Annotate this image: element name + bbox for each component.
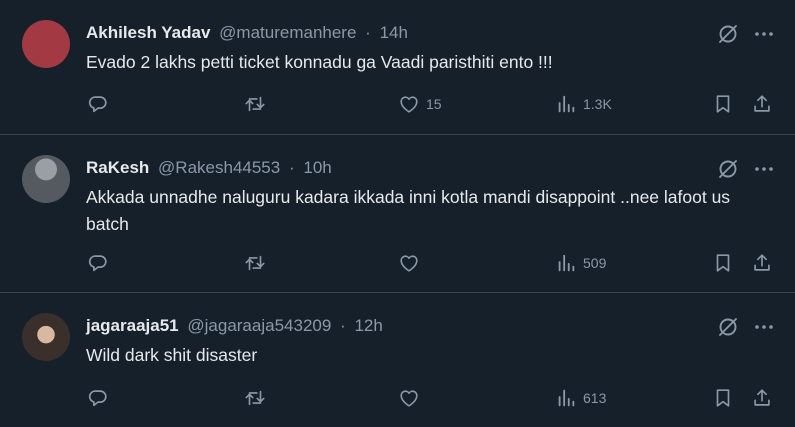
reply-button[interactable] <box>87 386 109 410</box>
retweet-button[interactable] <box>244 251 266 275</box>
like-button[interactable] <box>398 386 420 410</box>
tweet[interactable]: jagaraaja51 @jagaraaja543209 · 12h Wild … <box>0 293 795 427</box>
like-button[interactable] <box>398 251 420 275</box>
action-bar: 509 <box>0 251 795 275</box>
share-icon <box>751 387 773 409</box>
retweet-icon <box>244 93 266 115</box>
grok-icon[interactable] <box>716 22 740 46</box>
reply-button[interactable] <box>87 251 109 275</box>
avatar[interactable] <box>22 155 70 203</box>
views-icon <box>555 387 577 409</box>
grok-icon[interactable] <box>716 157 740 181</box>
author-name[interactable]: RaKesh <box>86 158 149 177</box>
views-icon <box>555 93 577 115</box>
bookmark-button[interactable] <box>712 386 734 410</box>
views-button[interactable]: 509 <box>555 251 606 275</box>
timestamp[interactable]: 14h <box>380 23 408 42</box>
like-button[interactable]: 15 <box>398 92 442 116</box>
share-button[interactable] <box>751 386 773 410</box>
more-icon[interactable] <box>752 22 776 46</box>
timestamp[interactable]: 10h <box>303 158 331 177</box>
like-icon <box>398 387 420 409</box>
author-handle[interactable]: @jagaraaja543209 <box>187 316 331 335</box>
retweet-icon <box>244 387 266 409</box>
tweet[interactable]: Akhilesh Yadav @maturemanhere · 14h Evad… <box>0 0 795 135</box>
timestamp[interactable]: 12h <box>354 316 382 335</box>
views-button[interactable]: 613 <box>555 386 606 410</box>
action-bar: 613 <box>0 386 795 410</box>
separator-dot: · <box>288 158 295 177</box>
reply-icon <box>87 93 109 115</box>
views-button[interactable]: 1.3K <box>555 92 612 116</box>
tweet-header: jagaraaja51 @jagaraaja543209 · 12h <box>86 315 383 337</box>
tweet-header: RaKesh @Rakesh44553 · 10h <box>86 157 332 179</box>
tweet[interactable]: RaKesh @Rakesh44553 · 10h Akkada unnadhe… <box>0 135 795 293</box>
author-name[interactable]: jagaraaja51 <box>86 316 179 335</box>
author-name[interactable]: Akhilesh Yadav <box>86 23 210 42</box>
view-count: 613 <box>583 390 607 406</box>
bookmark-icon <box>712 252 734 274</box>
bookmark-button[interactable] <box>712 251 734 275</box>
tweet-text: Evado 2 lakhs petti ticket konnadu ga Va… <box>86 52 553 72</box>
tweet-text: Akkada unnadhe naluguru kadara ikkada in… <box>86 187 731 234</box>
reply-icon <box>87 387 109 409</box>
action-bar: 15 1.3K <box>0 92 795 116</box>
more-icon[interactable] <box>752 157 776 181</box>
like-count: 15 <box>426 96 442 112</box>
tweet-header: Akhilesh Yadav @maturemanhere · 14h <box>86 22 408 44</box>
author-handle[interactable]: @maturemanhere <box>219 23 356 42</box>
share-button[interactable] <box>751 92 773 116</box>
reply-button[interactable] <box>87 92 109 116</box>
more-icon[interactable] <box>752 315 776 339</box>
bookmark-button[interactable] <box>712 92 734 116</box>
avatar[interactable] <box>22 313 70 361</box>
reply-icon <box>87 252 109 274</box>
author-handle[interactable]: @Rakesh44553 <box>158 158 280 177</box>
retweet-button[interactable] <box>244 386 266 410</box>
retweet-icon <box>244 252 266 274</box>
bookmark-icon <box>712 387 734 409</box>
view-count: 1.3K <box>583 96 612 112</box>
share-icon <box>751 93 773 115</box>
view-count: 509 <box>583 255 607 271</box>
separator-dot: · <box>340 316 346 335</box>
retweet-button[interactable] <box>244 92 266 116</box>
like-icon <box>398 93 420 115</box>
tweet-text: Wild dark shit disaster <box>86 345 258 365</box>
grok-icon[interactable] <box>716 315 740 339</box>
share-icon <box>751 252 773 274</box>
bookmark-icon <box>712 93 734 115</box>
like-icon <box>398 252 420 274</box>
share-button[interactable] <box>751 251 773 275</box>
avatar[interactable] <box>22 20 70 68</box>
views-icon <box>555 252 577 274</box>
separator-dot: · <box>365 23 371 42</box>
